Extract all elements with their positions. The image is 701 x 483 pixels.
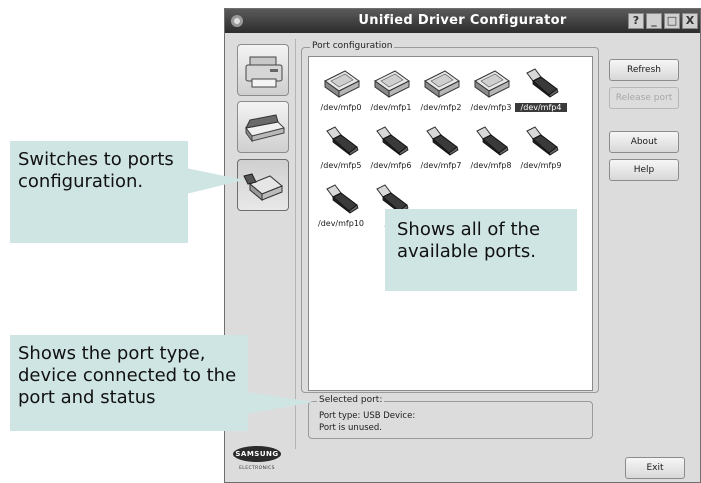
port-item[interactable]: /dev/mfp6 [365,123,417,181]
port-item[interactable]: /dev/mfp10 [315,181,367,239]
callout-port-info-text: Shows the port type, device connected to… [18,343,237,408]
port-item[interactable]: /dev/mfp8 [465,123,517,181]
port-label: /dev/mfp9 [520,161,562,170]
port-label: /dev/mfp6 [370,161,412,170]
parallel-port-icon [374,70,410,98]
port-configuration-legend: Port configuration [310,41,395,51]
selected-port-type: Port type: USB Device: [319,411,416,421]
sidebar-scanners-button[interactable] [237,101,289,153]
window-controls: ? _ □ X [628,13,698,29]
callout-available-ports: Shows all of the available ports. [385,209,577,291]
refresh-button[interactable]: Refresh [609,59,679,81]
sidebar-printers-button[interactable] [237,44,289,96]
usb-port-icon [526,126,559,156]
port-item[interactable]: /dev/mfp2 [415,65,467,123]
port-label: /dev/mfp3 [470,103,512,112]
port-label: /dev/mfp8 [470,161,512,170]
parallel-port-icon [474,70,510,98]
help-button[interactable]: Help [609,159,679,181]
release-port-button[interactable]: Release port [609,87,679,109]
callout-port-info: Shows the port type, device connected to… [10,335,248,431]
minimize-button[interactable]: _ [646,13,662,29]
usb-port-icon [426,126,459,156]
usb-port-icon [376,126,409,156]
port-label: /dev/mfp10 [318,219,364,228]
callout-port-info-pointer [246,392,314,414]
callout-available-ports-text: Shows all of the available ports. [397,219,541,262]
callout-ports-switch-pointer [186,168,244,194]
port-item[interactable]: /dev/mfp4 [515,65,567,123]
selected-port-group: Selected port: Port type: USB Device: Po… [308,395,593,439]
port-item[interactable]: /dev/mfp0 [315,65,367,123]
usb-port-icon [476,126,509,156]
selected-port-status: Port is unused. [319,423,382,433]
usb-port-icon [326,126,359,156]
printer-icon [245,56,283,88]
about-button[interactable]: About [609,131,679,153]
selected-port-legend: Selected port: [317,395,385,405]
port-label: /dev/mfp4 [515,103,567,112]
scanner-icon [245,114,285,143]
title-bar[interactable]: Unified Driver Configurator ? _ □ X [225,9,700,33]
callout-ports-switch-text: Switches to ports configuration. [18,149,174,192]
callout-ports-switch: Switches to ports configuration. [10,141,188,243]
port-icon [243,173,283,202]
usb-port-icon [326,184,359,214]
port-label: /dev/mfp2 [420,103,462,112]
close-button[interactable]: X [682,13,698,29]
usb-port-icon [526,68,559,98]
port-item[interactable]: /dev/mfp1 [365,65,417,123]
maximize-button[interactable]: □ [664,13,680,29]
parallel-port-icon [424,70,460,98]
port-label: /dev/mfp0 [320,103,362,112]
port-label: /dev/mfp1 [370,103,412,112]
samsung-logo: SAMSUNG ELECTRONICS [233,446,281,476]
port-item[interactable]: /dev/mfp3 [465,65,517,123]
help-window-button[interactable]: ? [628,13,644,29]
samsung-logo-mark: SAMSUNG [233,446,281,462]
port-item[interactable]: /dev/mfp9 [515,123,567,181]
exit-button[interactable]: Exit [625,457,685,479]
port-item[interactable]: /dev/mfp7 [415,123,467,181]
port-label: /dev/mfp5 [320,161,362,170]
parallel-port-icon [324,70,360,98]
samsung-logo-subtitle: ELECTRONICS [239,466,275,471]
port-item[interactable]: /dev/mfp5 [315,123,367,181]
port-label: /dev/mfp7 [420,161,462,170]
